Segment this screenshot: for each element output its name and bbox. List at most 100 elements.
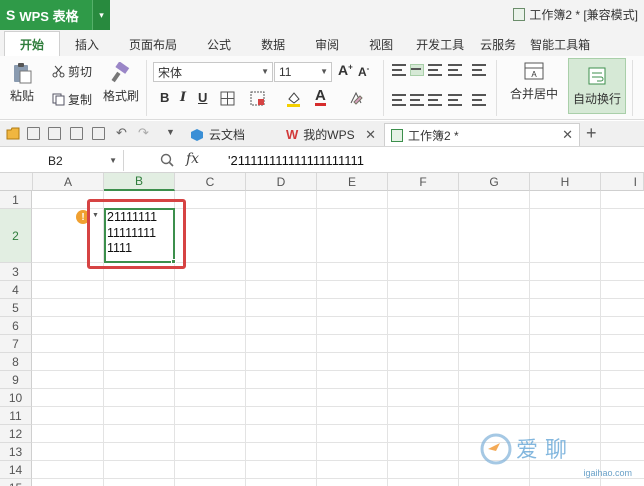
italic-button[interactable]: I [180,90,186,105]
tab-cloud-service[interactable]: 云服务 [472,32,524,56]
app-name: WPS 表格 [19,8,79,24]
merge-cells-icon: A [524,62,544,80]
row-header-11[interactable]: 11 [0,407,32,425]
column-header-h[interactable]: H [530,173,601,191]
format-painter-button[interactable]: 格式刷 [103,62,139,104]
wrap-text-button[interactable]: 自动换行 [568,58,626,114]
font-color-button[interactable]: A [315,88,326,106]
orientation-icon[interactable] [448,64,462,76]
increase-font-button[interactable]: A+ [338,62,353,78]
copy-button[interactable]: 复制 [52,91,92,108]
tab-formulas[interactable]: 公式 [192,32,246,56]
export-icon[interactable] [92,127,105,140]
column-header-b[interactable]: B [104,173,175,191]
underline-button[interactable]: U [198,90,207,105]
row-header-5[interactable]: 5 [0,299,32,317]
row-header-8[interactable]: 8 [0,353,32,371]
gridline [245,191,246,486]
new-tab-button[interactable]: + [586,123,597,144]
select-all-corner[interactable] [0,173,33,191]
print-icon[interactable] [70,127,83,140]
save-icon[interactable] [27,127,40,140]
tab-view[interactable]: 视图 [354,32,408,56]
tab-workbook2[interactable]: 工作簿2 * ✕ [384,123,580,146]
copy-label: 复制 [68,93,93,107]
merge-center-button[interactable]: A 合并居中 [504,60,564,102]
tab-developer[interactable]: 开发工具 [408,32,472,56]
name-box-value: B2 [48,153,63,168]
spreadsheet-icon [391,128,403,142]
column-header-c[interactable]: C [175,173,246,191]
insert-function-button[interactable]: fx [186,151,199,167]
tab-home[interactable]: 开始 [4,31,61,56]
align-left-icon[interactable] [392,94,406,106]
gridline [32,316,644,317]
wps-w-icon: W [286,127,299,142]
font-name-select[interactable]: 宋体 ▼ [153,62,273,82]
tab-data[interactable]: 数据 [246,32,300,56]
close-icon[interactable]: ✕ [562,127,573,143]
tab-insert[interactable]: 插入 [60,32,114,56]
justify-icon[interactable] [448,94,462,106]
annotation-highlight-box [87,199,186,269]
row-header-6[interactable]: 6 [0,317,32,335]
paste-button[interactable]: 粘贴 [10,62,34,104]
row-header-15[interactable]: 15 [0,479,32,486]
document-tabs-bar: ↶ ↷ ▼ 云文档 W 我的WPS ✕ 工作簿2 * ✕ + [0,121,644,147]
column-header-g[interactable]: G [459,173,530,191]
gridline [32,406,644,407]
distribute-icon[interactable] [472,94,486,106]
paste-label: 粘贴 [10,89,35,103]
close-icon[interactable]: ✕ [365,127,376,143]
tab-smart-toolbox[interactable]: 智能工具箱 [524,32,596,56]
row-header-13[interactable]: 13 [0,443,32,461]
column-header-f[interactable]: F [388,173,459,191]
ribbon-toolbar: 粘贴 剪切 复制 格式刷 宋体 ▼ 11 ▼ A+ A- B I U A A 合 [0,56,644,120]
folder-icon[interactable] [6,127,20,140]
row-header-10[interactable]: 10 [0,389,32,407]
row-header-14[interactable]: 14 [0,461,32,479]
row-header-2[interactable]: 2 [0,209,32,263]
row-header-4[interactable]: 4 [0,281,32,299]
align-middle-icon[interactable] [410,64,424,76]
print-preview-icon[interactable] [48,127,61,140]
row-header-9[interactable]: 9 [0,371,32,389]
align-top-icon[interactable] [392,64,406,76]
spreadsheet-grid[interactable]: A B C D E F G H I 1 2 3 4 5 6 7 8 9 10 1… [0,173,644,486]
tab-page-layout[interactable]: 页面布局 [114,32,192,56]
column-header-i[interactable]: I [601,173,644,191]
row-header-1[interactable]: 1 [0,191,32,209]
decrease-font-button[interactable]: A- [358,64,369,79]
app-dropdown-button[interactable]: ▾ [92,0,110,30]
cell-style-icon[interactable] [250,91,265,106]
cut-button[interactable]: 剪切 [52,63,92,80]
column-header-a[interactable]: A [33,173,104,191]
redo-icon[interactable]: ↷ [138,125,149,141]
row-header-7[interactable]: 7 [0,335,32,353]
name-box[interactable]: B2 ▼ [0,150,124,171]
gridline [316,191,317,486]
indent-icon[interactable] [472,64,486,76]
undo-icon[interactable]: ↶ [116,125,127,141]
column-header-e[interactable]: E [317,173,388,191]
tab-review[interactable]: 审阅 [300,32,354,56]
clipboard-icon [14,63,32,84]
app-menu-button[interactable]: S WPS 表格 [0,0,92,30]
svg-text:A: A [531,70,537,79]
zoom-icon[interactable] [160,153,174,167]
align-center-icon[interactable] [410,94,424,106]
tab-cloud-docs[interactable]: 云文档 [184,123,276,146]
formula-input[interactable]: '211111111111111111111 [228,153,364,168]
tab-my-wps[interactable]: W 我的WPS ✕ [280,123,382,146]
clear-format-icon[interactable] [348,90,364,106]
fill-color-icon[interactable] [285,90,302,107]
row-header-12[interactable]: 12 [0,425,32,443]
row-header-3[interactable]: 3 [0,263,32,281]
bold-button[interactable]: B [160,90,169,105]
quick-access-dropdown-icon[interactable]: ▼ [166,127,175,137]
font-size-select[interactable]: 11 ▼ [274,62,332,82]
align-bottom-icon[interactable] [428,64,442,76]
borders-icon[interactable] [220,91,235,106]
align-right-icon[interactable] [428,94,442,106]
column-header-d[interactable]: D [246,173,317,191]
